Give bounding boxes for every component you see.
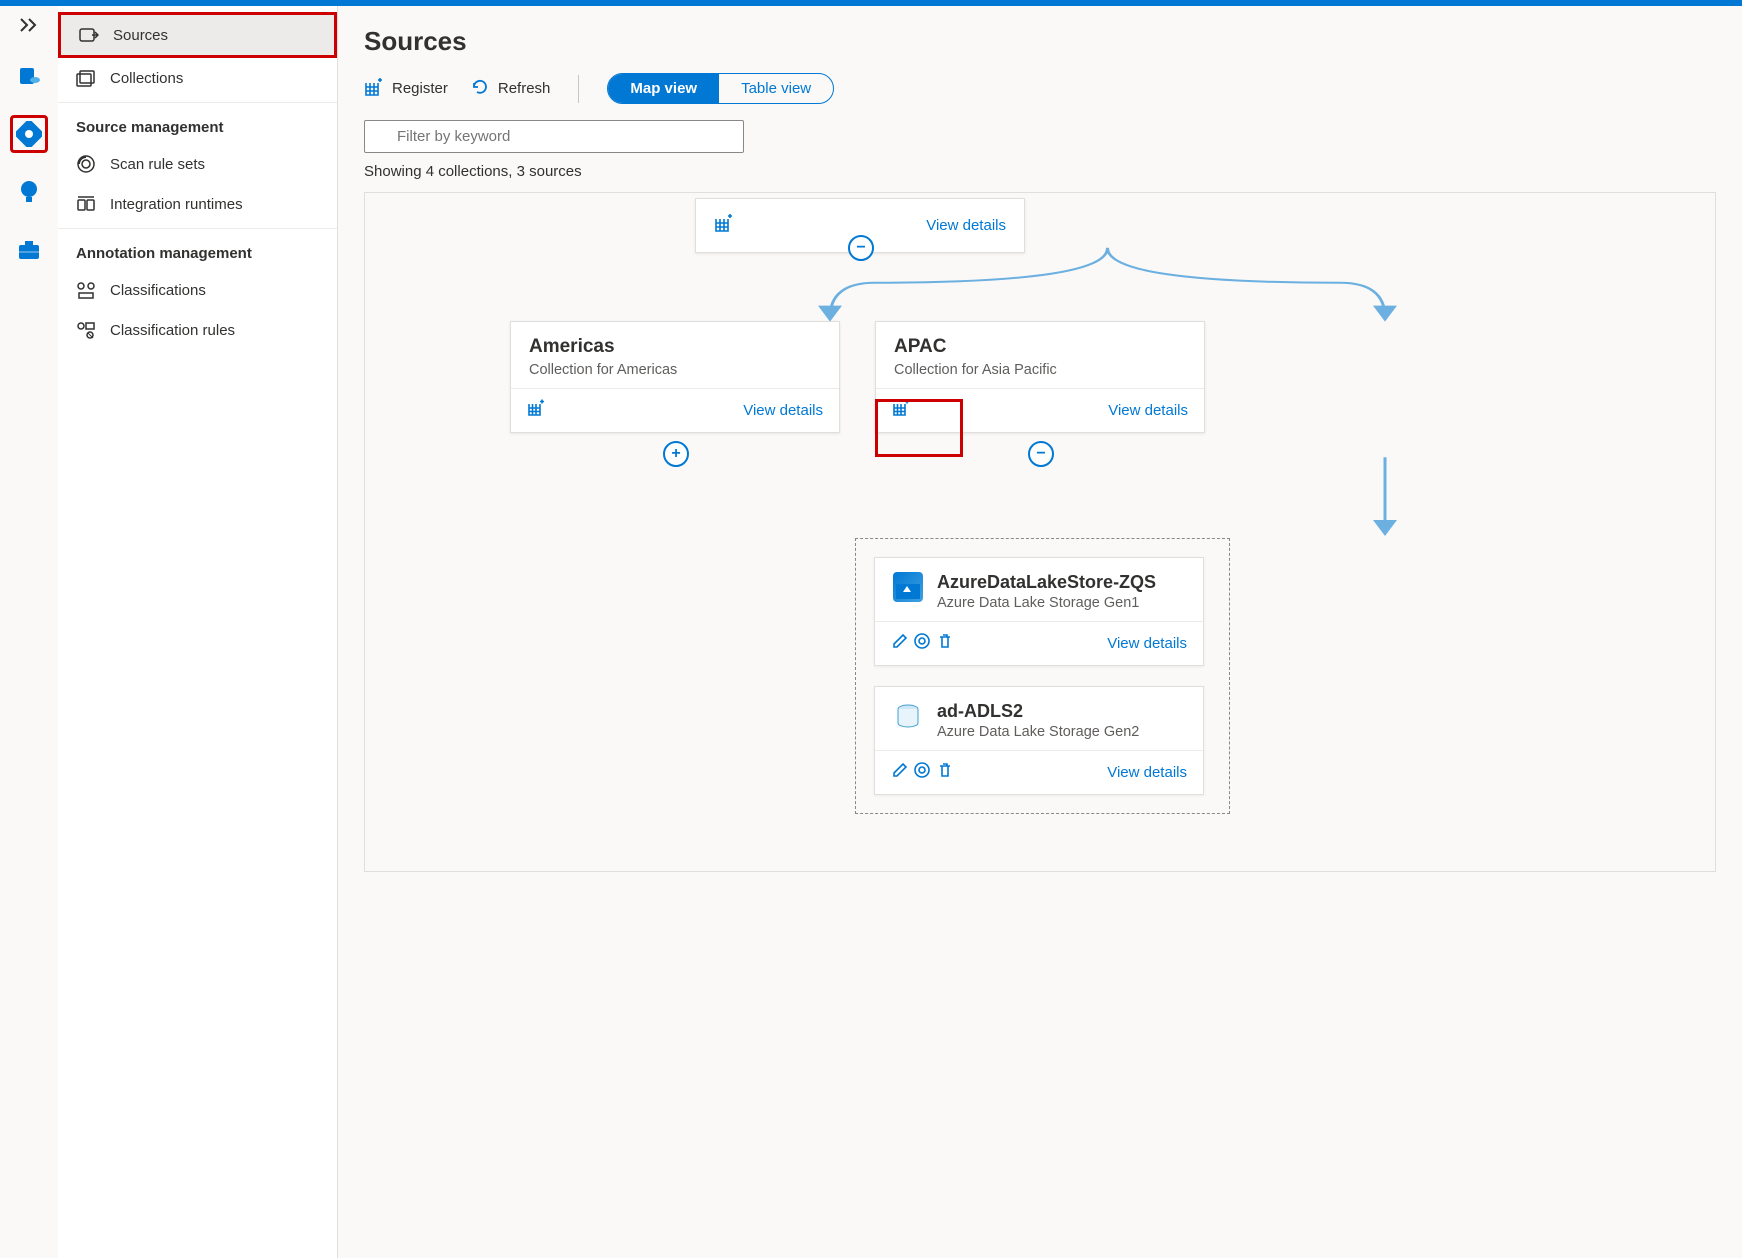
rail-data-catalog[interactable]	[10, 57, 48, 95]
lightbulb-icon	[18, 179, 40, 205]
toolbox-icon	[17, 239, 41, 261]
delete-icon[interactable]	[936, 637, 954, 654]
highlight-box-apac-action	[875, 399, 963, 457]
sidebar-item-sources[interactable]: Sources	[58, 12, 337, 58]
sidebar-item-classification-rules[interactable]: Classification rules	[58, 310, 337, 350]
collection-subtitle: Collection for Americas	[529, 362, 821, 378]
source-card[interactable]: ad-ADLS2 Azure Data Lake Storage Gen2 Vi…	[874, 686, 1204, 795]
sources-icon	[79, 25, 99, 45]
edit-icon[interactable]	[891, 637, 909, 654]
filter-wrap	[364, 120, 744, 153]
scan-icon[interactable]	[913, 766, 931, 783]
add-source-icon[interactable]	[714, 213, 734, 238]
register-button[interactable]: Register	[364, 77, 448, 101]
map-canvas[interactable]: View details − Americas Collection for A…	[364, 192, 1716, 872]
view-details-link[interactable]: View details	[926, 217, 1006, 234]
map-view-button[interactable]: Map view	[608, 74, 719, 103]
edit-icon[interactable]	[891, 766, 909, 783]
sidebar-item-label: Scan rule sets	[110, 156, 205, 173]
collapse-apac-button[interactable]: −	[1028, 441, 1054, 467]
expand-nav-button[interactable]	[20, 18, 38, 37]
source-card[interactable]: AzureDataLakeStore-ZQS Azure Data Lake S…	[874, 557, 1204, 666]
status-line: Showing 4 collections, 3 sources	[364, 163, 1716, 180]
refresh-icon	[470, 77, 490, 101]
adls-gen1-icon	[893, 572, 923, 602]
add-source-icon[interactable]	[527, 399, 545, 422]
source-subtitle: Azure Data Lake Storage Gen1	[937, 595, 1156, 611]
sources-group-apac: AzureDataLakeStore-ZQS Azure Data Lake S…	[855, 538, 1230, 814]
sidebar-item-scan-rule-sets[interactable]: Scan rule sets	[58, 144, 337, 184]
sidebar-heading-annotation-mgmt: Annotation management	[58, 228, 337, 270]
page-title: Sources	[364, 26, 1716, 57]
source-title: ad-ADLS2	[937, 701, 1139, 722]
sidebar-item-classifications[interactable]: Classifications	[58, 270, 337, 310]
sidebar-item-label: Classifications	[110, 282, 206, 299]
collections-icon	[76, 68, 96, 88]
scan-rules-icon	[76, 154, 96, 174]
view-details-link[interactable]: View details	[743, 402, 823, 419]
filter-input[interactable]	[364, 120, 744, 153]
classification-rules-icon	[76, 320, 96, 340]
collection-title: Americas	[529, 336, 821, 358]
refresh-button[interactable]: Refresh	[470, 77, 551, 101]
rail-insights[interactable]	[10, 173, 48, 211]
rail-data-map[interactable]	[10, 115, 48, 153]
register-label: Register	[392, 80, 448, 97]
collection-card-americas[interactable]: Americas Collection for Americas View de…	[510, 321, 840, 433]
register-icon	[364, 77, 384, 101]
toolbar-divider	[578, 75, 579, 103]
sidebar-item-label: Collections	[110, 70, 183, 87]
collection-subtitle: Collection for Asia Pacific	[894, 362, 1186, 378]
sidebar-item-label: Integration runtimes	[110, 196, 243, 213]
integration-icon	[76, 194, 96, 214]
collection-title: APAC	[894, 336, 1186, 358]
sidebar-item-label: Sources	[113, 27, 168, 44]
expand-americas-button[interactable]: +	[663, 441, 689, 467]
data-map-icon	[16, 121, 42, 147]
view-details-link[interactable]: View details	[1107, 635, 1187, 652]
refresh-label: Refresh	[498, 80, 551, 97]
source-subtitle: Azure Data Lake Storage Gen2	[937, 724, 1139, 740]
sidebar-item-label: Classification rules	[110, 322, 235, 339]
collapse-root-button[interactable]: −	[848, 235, 874, 261]
sidebar-item-integration-runtimes[interactable]: Integration runtimes	[58, 184, 337, 224]
toolbar: Register Refresh Map view Table view	[364, 73, 1716, 104]
nav-rail	[0, 6, 58, 1258]
rail-management[interactable]	[10, 231, 48, 269]
sidebar-item-collections[interactable]: Collections	[58, 58, 337, 98]
view-details-link[interactable]: View details	[1107, 764, 1187, 781]
view-details-link[interactable]: View details	[1108, 402, 1188, 419]
classifications-icon	[76, 280, 96, 300]
chevron-double-right-icon	[20, 18, 38, 32]
adls-gen2-icon	[893, 701, 923, 731]
delete-icon[interactable]	[936, 766, 954, 783]
table-view-button[interactable]: Table view	[719, 74, 833, 103]
sidebar-heading-source-mgmt: Source management	[58, 102, 337, 144]
sidebar: Sources Collections Source management Sc…	[58, 6, 338, 1258]
database-icon	[17, 64, 41, 88]
main-content: Sources Register Refresh Map view Table …	[338, 6, 1742, 1258]
source-title: AzureDataLakeStore-ZQS	[937, 572, 1156, 593]
view-toggle: Map view Table view	[607, 73, 834, 104]
scan-icon[interactable]	[913, 637, 931, 654]
